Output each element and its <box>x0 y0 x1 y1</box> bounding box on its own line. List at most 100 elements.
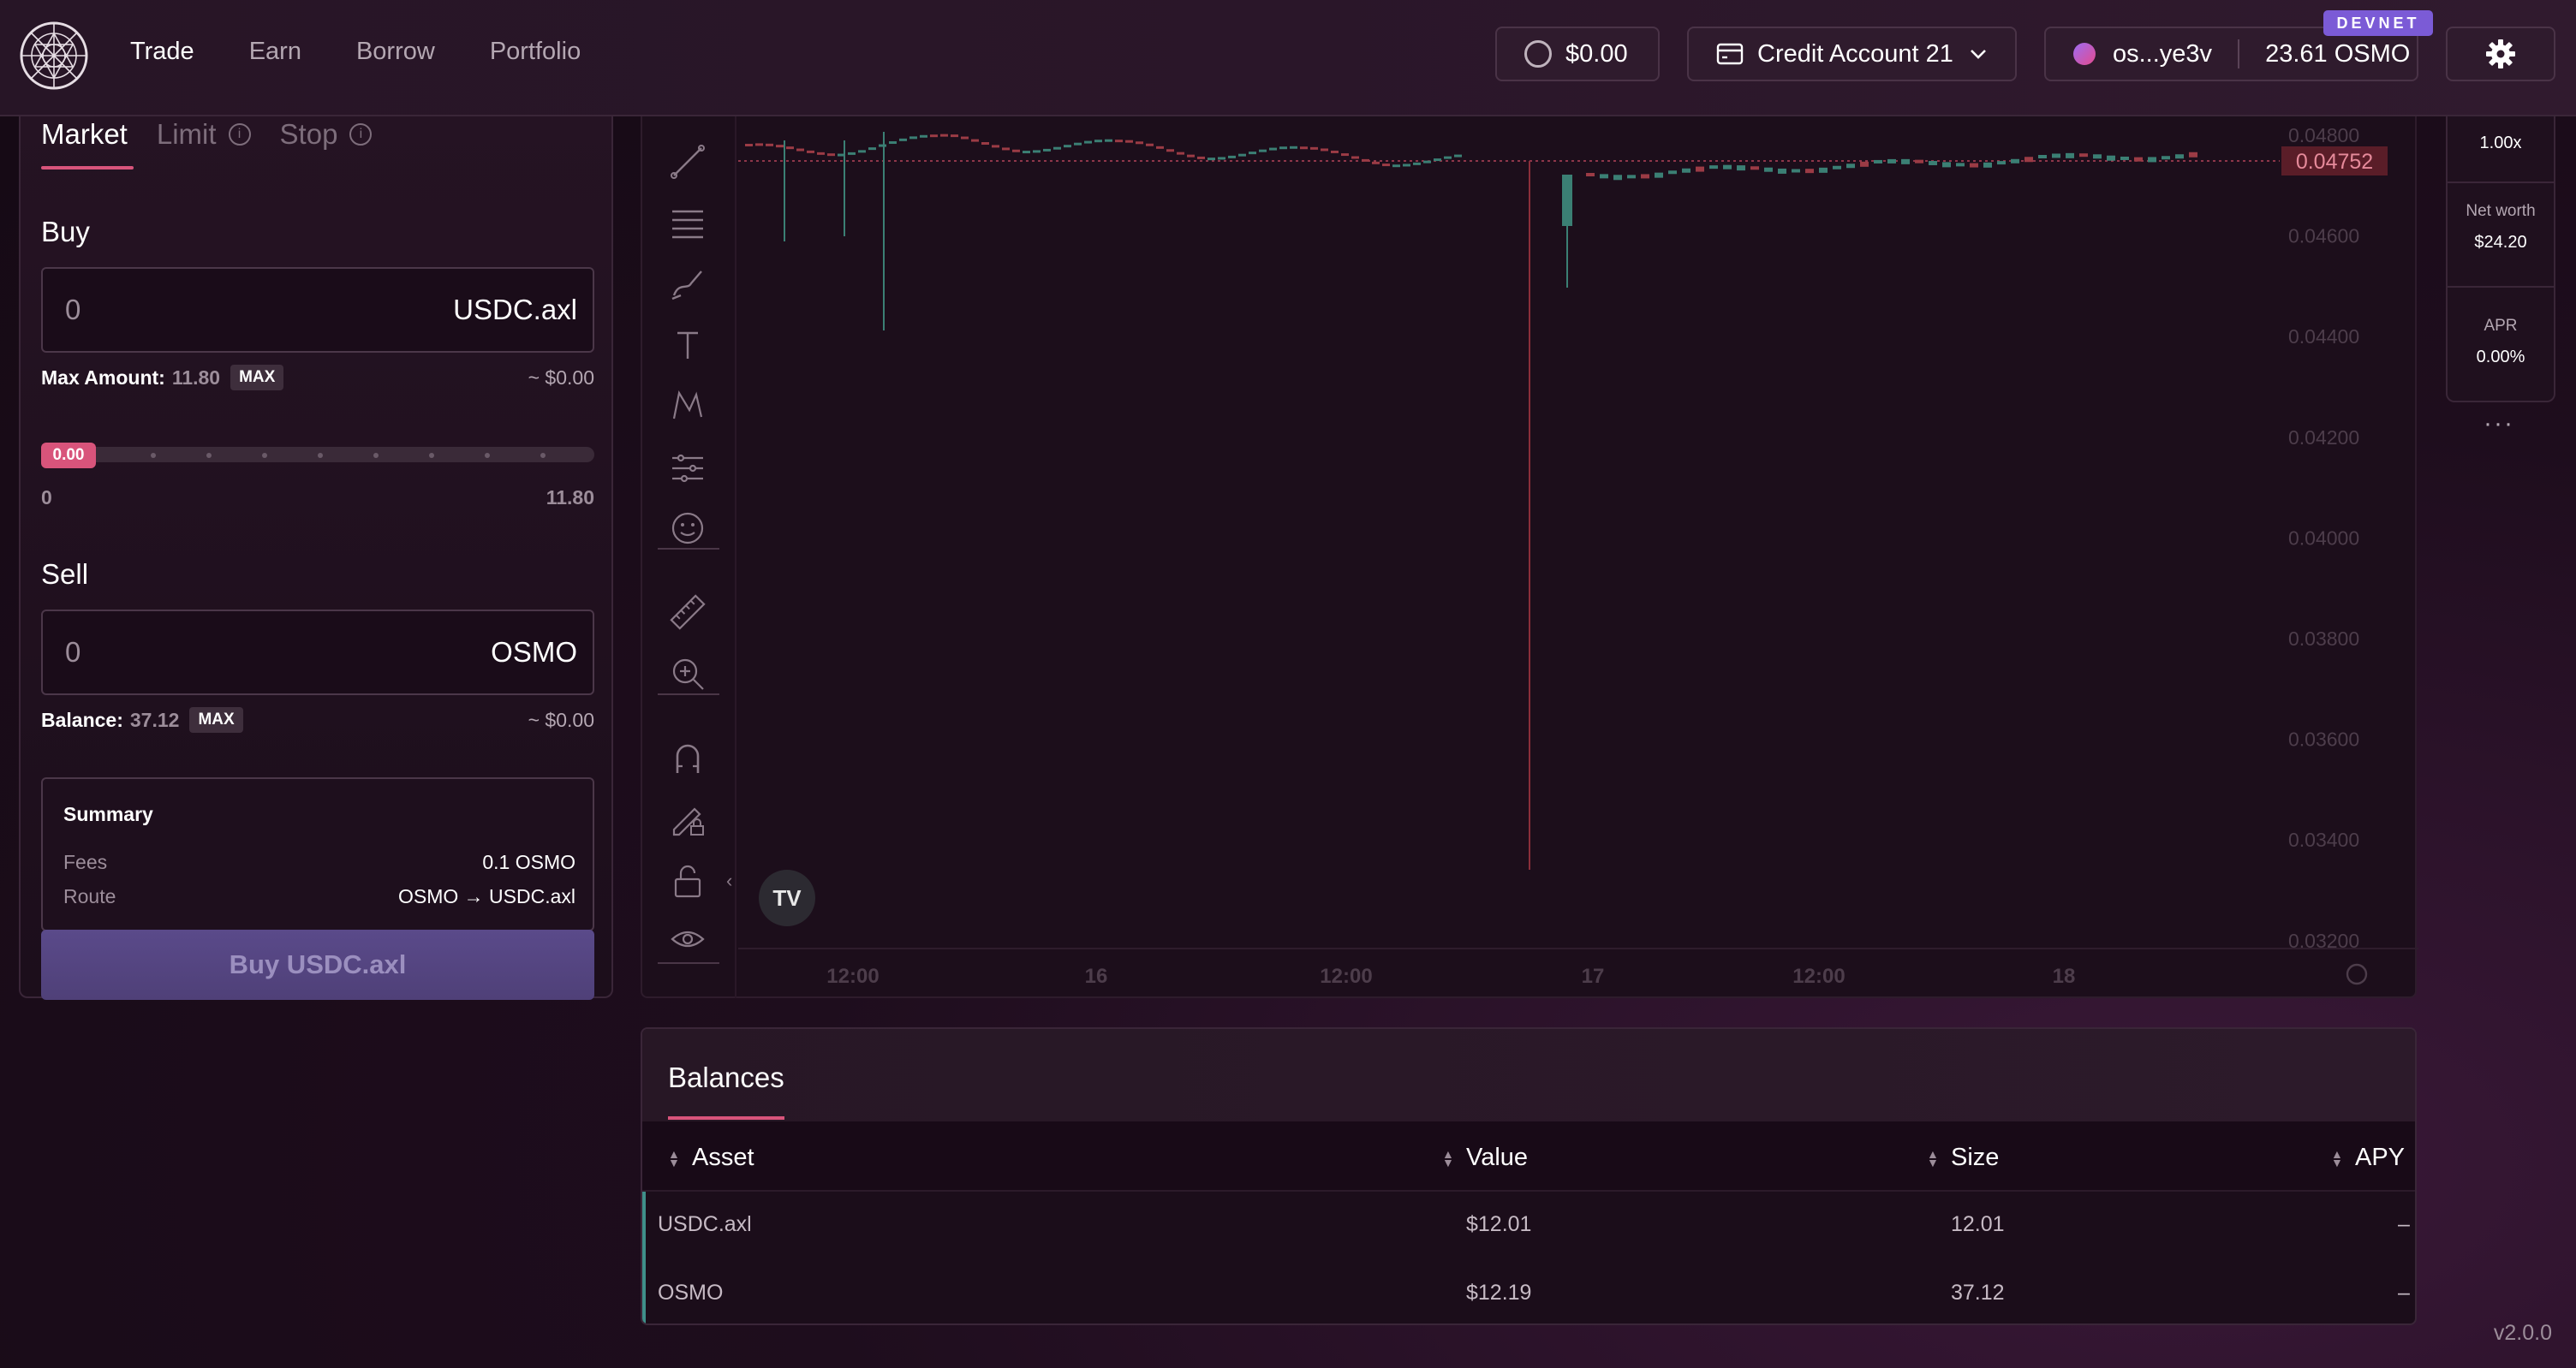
nav-item-portfolio[interactable]: Portfolio <box>490 38 581 66</box>
sell-max-button[interactable]: MAX <box>189 707 243 733</box>
collapse-toolbar-icon[interactable]: ‹ <box>726 870 732 892</box>
lock-drawing-icon[interactable] <box>665 796 711 842</box>
candle <box>951 134 958 138</box>
slider-handle[interactable]: 0.00 <box>41 443 96 468</box>
candle <box>1279 146 1287 150</box>
pattern-icon[interactable] <box>665 382 711 428</box>
divider <box>2448 181 2554 183</box>
apr-label: APR <box>2484 317 2518 335</box>
nav-item-trade[interactable]: Trade <box>130 38 194 66</box>
submit-buy-button[interactable]: Buy USDC.axl <box>41 930 594 1000</box>
candle <box>1105 139 1112 142</box>
table-row[interactable]: OSMO $12.19 37.12 – <box>642 1260 2415 1323</box>
x-tick-label: 12:00 <box>1792 965 1845 988</box>
wallet-balance: 23.61 OSMO <box>2265 39 2411 68</box>
candle <box>1778 168 1786 174</box>
candle <box>1434 158 1441 162</box>
max-amount-value: 11.80 <box>171 366 221 389</box>
magnet-icon[interactable] <box>665 735 711 781</box>
slider-step <box>206 453 212 458</box>
order-type-tabs: Market Limit i Stop i <box>41 118 401 151</box>
candle <box>1084 140 1092 144</box>
candle <box>1321 148 1328 152</box>
tab-limit[interactable]: Limit i <box>157 118 251 151</box>
candle <box>1586 173 1595 176</box>
candle <box>1208 158 1215 161</box>
candle <box>1403 164 1410 167</box>
osmo-token-icon <box>2073 43 2096 65</box>
apr-value: 0.00% <box>2476 348 2525 366</box>
table-row[interactable]: USDC.axl $12.01 12.01 – <box>642 1192 2415 1260</box>
candlestick-plot[interactable]: 0.04800 0.04600 0.04400 0.04200 0.04000 0.038… <box>738 116 2418 998</box>
y-tick-label: 0.04400 <box>2288 325 2359 348</box>
candle <box>1454 154 1462 158</box>
tradingview-logo[interactable]: TV <box>759 870 815 926</box>
credit-account-selector[interactable]: Credit Account 21 <box>1687 27 2017 81</box>
candle <box>1115 140 1123 143</box>
candle <box>2011 158 2019 164</box>
candle <box>2134 157 2143 162</box>
brush-icon[interactable] <box>665 260 711 306</box>
candle <box>1627 175 1636 179</box>
column-asset[interactable]: ▲ ▼ Asset <box>668 1144 754 1172</box>
buy-label: Buy <box>41 216 90 247</box>
sell-label: Sell <box>41 558 89 590</box>
sell-balance-row: Balance: 37.12 MAX ~ $0.00 <box>41 707 594 733</box>
ruler-icon[interactable] <box>665 589 711 635</box>
column-apy[interactable]: ▲ ▼ APY <box>2331 1144 2405 1172</box>
info-icon[interactable]: i <box>349 123 373 146</box>
candle <box>971 139 979 142</box>
summary-route-row: Route OSMO → USDC.axl <box>63 885 575 908</box>
price-chart: 0.04800 0.04600 0.04400 0.04200 0.04000 0.038… <box>641 116 2418 998</box>
eye-icon[interactable] <box>665 916 711 962</box>
settings-button[interactable] <box>2446 27 2555 81</box>
balance-value: 37.12 <box>129 708 180 731</box>
candle <box>1392 164 1400 168</box>
more-options-icon[interactable]: ··· <box>2484 409 2514 438</box>
nav-item-borrow[interactable]: Borrow <box>356 38 435 66</box>
candle <box>2148 157 2156 163</box>
column-value[interactable]: ▲ ▼ Value <box>1442 1144 1528 1172</box>
fib-lines-icon[interactable] <box>665 199 711 245</box>
candle <box>868 147 876 151</box>
asset-cell: OSMO <box>658 1281 724 1305</box>
candle <box>1641 174 1649 179</box>
buy-max-button[interactable]: MAX <box>230 365 284 390</box>
candle <box>1033 150 1041 153</box>
candle <box>2038 155 2047 159</box>
trend-line-icon[interactable] <box>665 139 711 185</box>
balances-panel: Balances ▲ ▼ Asset ▲ ▼ Value ▲ ▼ Size ▲ ▼ APY US… <box>641 1027 2417 1325</box>
account-balance-button[interactable]: $0.00 <box>1495 27 1660 81</box>
nav-item-earn[interactable]: Earn <box>249 38 301 66</box>
chevron-down-icon <box>1971 50 1986 59</box>
tab-market[interactable]: Market <box>41 118 128 151</box>
order-summary: Summary Fees 0.1 OSMO Route OSMO → USDC.… <box>41 777 594 931</box>
emoji-icon[interactable] <box>665 505 711 551</box>
tab-stop[interactable]: Stop i <box>280 118 373 151</box>
sell-amount-input[interactable]: 0 OSMO <box>41 610 594 695</box>
buy-amount-input[interactable]: 0 USDC.axl <box>41 267 594 353</box>
slider-max: 11.80 <box>546 486 594 509</box>
unlock-icon[interactable] <box>665 858 711 904</box>
amount-slider[interactable]: 0.00 <box>41 443 594 468</box>
info-icon[interactable]: i <box>228 123 251 146</box>
candle <box>786 146 794 150</box>
sell-usd-value: ~ $0.00 <box>528 708 594 731</box>
toolbar-divider <box>658 548 719 550</box>
y-tick-label: 0.04200 <box>2288 426 2359 449</box>
fees-value: 0.1 OSMO <box>482 851 575 873</box>
candle <box>1125 140 1133 143</box>
logo-icon[interactable] <box>19 21 89 91</box>
text-icon[interactable] <box>665 322 711 368</box>
value-cell: $12.01 <box>1466 1212 1532 1236</box>
x-tick-label: 16 <box>1085 965 1108 988</box>
slider-step <box>373 453 379 458</box>
zoom-in-icon[interactable] <box>665 651 711 697</box>
candle <box>1382 164 1390 167</box>
candle <box>1074 142 1082 146</box>
slider-step <box>540 453 546 458</box>
prediction-icon[interactable] <box>665 443 711 490</box>
column-size[interactable]: ▲ ▼ Size <box>1927 1144 1999 1172</box>
candle <box>1997 161 2006 165</box>
balances-tab[interactable]: Balances <box>668 1062 784 1094</box>
